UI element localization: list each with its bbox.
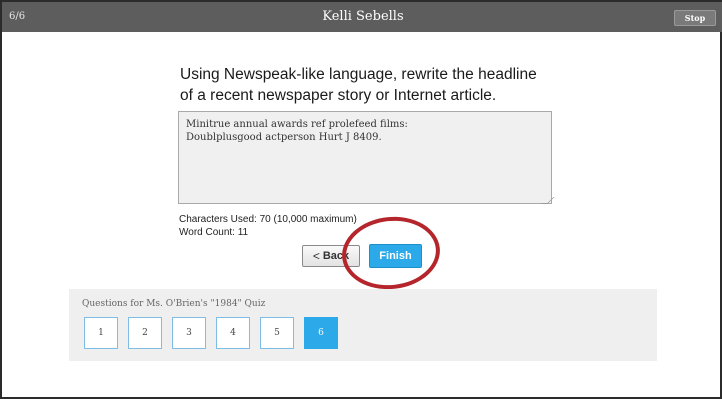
question-prompt: Using Newspeak-like language, rewrite th…	[180, 66, 537, 104]
page-title: Kelli Sebells	[322, 9, 404, 24]
stop-button[interactable]: Stop	[674, 10, 716, 26]
questions-panel-label: Questions for Ms. O'Brien's "1984" Quiz	[82, 299, 266, 309]
question-number-button[interactable]: 3	[172, 317, 206, 349]
question-number-button-active[interactable]: 6	[304, 317, 338, 349]
app-frame: 6/6 Kelli Sebells Stop Using Newspeak-li…	[0, 0, 722, 399]
characters-used: Characters Used: 70 (10,000 maximum)	[179, 214, 357, 225]
question-number-button[interactable]: 1	[84, 317, 118, 349]
question-number-button[interactable]: 2	[128, 317, 162, 349]
question-number-button[interactable]: 5	[260, 317, 294, 349]
question-number-list: 1 2 3 4 5 6	[84, 317, 338, 349]
word-count: Word Count: 11	[179, 227, 249, 238]
header-bar: 6/6 Kelli Sebells Stop	[2, 2, 722, 32]
answer-stats: Characters Used: 70 (10,000 maximum) Wor…	[179, 213, 357, 239]
chevron-left-icon: <	[312, 249, 320, 263]
answer-textarea[interactable]: Minitrue annual awards ref prolefeed fil…	[178, 111, 552, 204]
question-number-button[interactable]: 4	[216, 317, 250, 349]
questions-panel: Questions for Ms. O'Brien's "1984" Quiz …	[69, 289, 657, 361]
